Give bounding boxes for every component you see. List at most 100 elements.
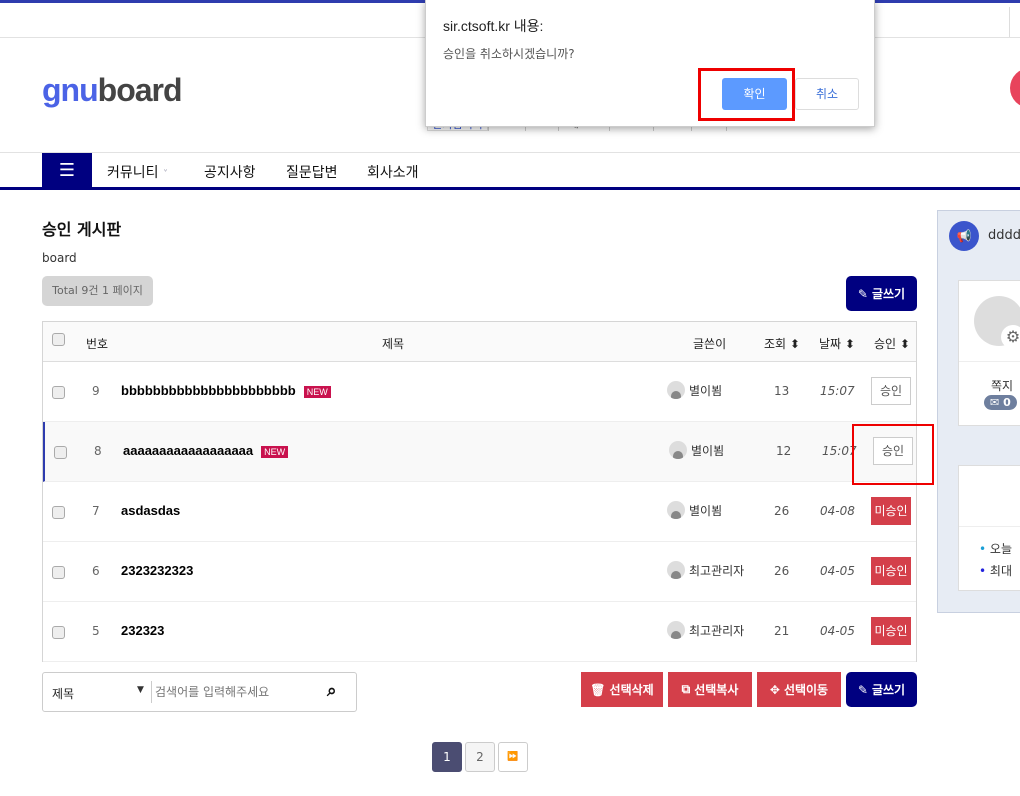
user-avatar-circle[interactable] (1010, 68, 1020, 108)
dialog-cancel-button[interactable]: 취소 (795, 78, 859, 110)
nav-item-community[interactable]: 커뮤니티 ˅ (107, 162, 168, 182)
avatar-icon (667, 381, 685, 399)
new-badge: NEW (261, 445, 289, 458)
search-form: 제목 ▼ ⌕ (42, 672, 357, 712)
today-label: 오늘 (989, 542, 1012, 556)
row-writer[interactable]: 별이뵘 (667, 381, 722, 399)
logo[interactable]: gnuboard (42, 72, 183, 109)
delete-selected-button[interactable]: 🗑 선택삭제 (581, 672, 663, 707)
visit-today: • 오늘 (979, 542, 1012, 556)
move-icon: ✥ (769, 682, 780, 697)
row-writer[interactable]: 별이뵘 (667, 501, 722, 519)
row-hit: 26 (774, 564, 790, 578)
row-subject-link[interactable]: 2323232323 (121, 563, 193, 578)
search-field-select[interactable]: 제목 (52, 685, 74, 702)
avatar-icon (667, 621, 685, 639)
row-num: 6 (92, 564, 100, 578)
row-date: 04-05 (820, 564, 855, 578)
table-row: 7 asdasdas 별이뵘 26 04-08 미승인 (43, 482, 916, 542)
row-writer[interactable]: 최고관리자 (667, 621, 744, 639)
row-date: 04-05 (820, 624, 855, 638)
page-2[interactable]: 2 (465, 742, 495, 772)
subject-text: 232323 (121, 623, 165, 638)
page-last[interactable]: ⏩ (498, 742, 528, 772)
copy-label: 선택복사 (694, 683, 739, 697)
copy-selected-button[interactable]: ⧉ 선택복사 (668, 672, 752, 707)
col-num: 번호 (86, 337, 109, 351)
page-1[interactable]: 1 (432, 742, 462, 772)
move-selected-button[interactable]: ✥ 선택이동 (757, 672, 841, 707)
approve-toggle-button[interactable]: 미승인 (871, 617, 911, 645)
write-label: 글쓰기 (871, 287, 906, 301)
row-checkbox[interactable] (54, 446, 67, 459)
col-date-sort[interactable]: 날짜 ⬍ (819, 335, 855, 352)
approve-toggle-button[interactable]: 승인 (871, 377, 911, 405)
table-row: 5 232323 최고관리자 21 04-05 미승인 (43, 602, 916, 662)
confirm-dialog: sir.ctsoft.kr 내용: 승인을 취소하시겠습니까? 확인 취소 (425, 0, 875, 127)
col-subject: 제목 (382, 337, 405, 351)
row-checkbox[interactable] (52, 386, 65, 399)
row-subject-link[interactable]: asdasdas (121, 503, 180, 518)
gear-icon[interactable]: ⚙ (1001, 325, 1020, 349)
row-hit: 21 (774, 624, 790, 638)
hamburger-icon: ☰ (58, 160, 76, 181)
nav-item-qa[interactable]: 질문답변 (286, 162, 338, 182)
hamburger-menu-button[interactable]: ☰ (42, 153, 92, 188)
delete-label: 선택삭제 (609, 683, 654, 697)
table-row: 9 bbbbbbbbbbbbbbbbbbbbbb NEW 별이뵘 13 15:07… (43, 362, 916, 422)
row-num: 9 (92, 384, 100, 398)
select-all-checkbox[interactable] (52, 333, 65, 346)
pencil-icon: ✎ (857, 682, 868, 697)
writer-name: 별이뵘 (689, 383, 723, 398)
row-checkbox[interactable] (52, 506, 65, 519)
col-approve-sort[interactable]: 승인 ⬍ (874, 335, 910, 352)
visit-max: • 최대 (979, 564, 1012, 578)
dialog-ok-button[interactable]: 확인 (722, 78, 787, 110)
nav-item-notice[interactable]: 공지사항 (204, 162, 256, 182)
row-subject-link[interactable]: bbbbbbbbbbbbbbbbbbbbbb NEW (121, 383, 331, 398)
row-hit: 13 (774, 384, 790, 398)
nav-item-about[interactable]: 회사소개 (367, 162, 419, 182)
search-input[interactable] (155, 681, 315, 703)
write-button-top[interactable]: ✎ 글쓰기 (846, 276, 917, 311)
divider (151, 681, 152, 703)
write-button-bottom[interactable]: ✎ 글쓰기 (846, 672, 917, 707)
row-checkbox[interactable] (52, 626, 65, 639)
profile-box: ⚙ 쪽지 ✉ 0 (958, 280, 1020, 426)
trash-icon: 🗑 (590, 682, 606, 697)
max-label: 최대 (989, 564, 1012, 578)
select-arrow-icon: ▼ (137, 685, 144, 695)
board-subtitle: board (42, 251, 77, 265)
col-hit-sort[interactable]: 조회 ⬍ (764, 335, 800, 352)
writer-name: 별이뵘 (689, 503, 723, 518)
row-num: 8 (94, 444, 102, 458)
new-badge: NEW (303, 385, 331, 398)
memo-label[interactable]: 쪽지 (991, 377, 1013, 394)
pencil-icon: ✎ (857, 286, 868, 301)
dialog-message: 승인을 취소하시겠습니까? (443, 47, 575, 61)
write-label: 글쓰기 (871, 683, 906, 697)
row-hit: 26 (774, 504, 790, 518)
row-writer[interactable]: 최고관리자 (667, 561, 744, 579)
nav-label: 커뮤니티 (107, 165, 159, 181)
dialog-title: sir.ctsoft.kr 내용: (443, 18, 544, 34)
writer-name: 최고관리자 (689, 623, 745, 638)
highlight-box (852, 424, 934, 485)
notice-text[interactable]: ddddd (988, 228, 1020, 243)
table-row: 6 2323232323 최고관리자 26 04-05 미승인 (43, 542, 916, 602)
writer-name: 최고관리자 (689, 563, 745, 578)
table-header: 번호 제목 글쓴이 조회 ⬍ 날짜 ⬍ 승인 ⬍ (43, 322, 916, 362)
row-checkbox[interactable] (52, 566, 65, 579)
memo-count-badge[interactable]: ✉ 0 (984, 395, 1017, 410)
row-date: 15:07 (820, 384, 855, 398)
row-date: 04-08 (820, 504, 855, 518)
approve-toggle-button[interactable]: 미승인 (871, 557, 911, 585)
writer-name: 별이뵘 (691, 443, 725, 458)
row-subject-link[interactable]: aaaaaaaaaaaaaaaaaa NEW (123, 443, 289, 458)
approve-toggle-button[interactable]: 미승인 (871, 497, 911, 525)
total-count: Total 9건 1 페이지 (42, 276, 153, 306)
row-writer[interactable]: 별이뵘 (669, 441, 724, 459)
row-subject-link[interactable]: 232323 (121, 623, 164, 638)
subject-text: bbbbbbbbbbbbbbbbbbbbbb (121, 383, 296, 398)
search-icon[interactable]: ⌕ (327, 681, 337, 701)
